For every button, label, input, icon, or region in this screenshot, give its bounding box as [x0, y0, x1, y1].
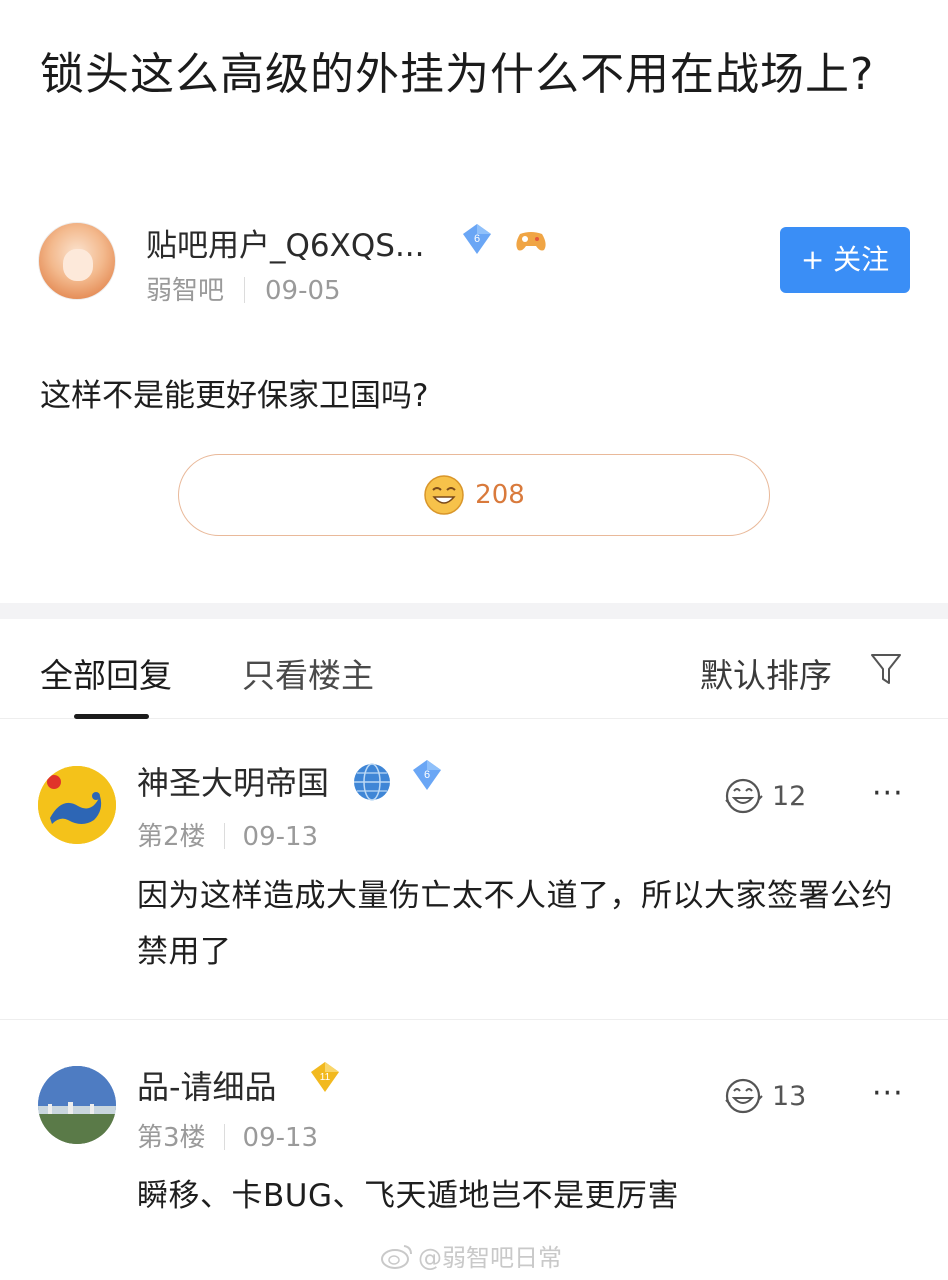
laughing-face-icon — [725, 778, 763, 814]
reply-avatar[interactable] — [38, 766, 116, 844]
reply-tabs: 全部回复 只看楼主 默认排序 — [0, 619, 948, 719]
reply-text: 因为这样造成大量伤亡太不人道了，所以大家签署公约禁用了 — [137, 878, 893, 970]
landscape-avatar-icon — [38, 1066, 116, 1144]
reply-date: 09-13 — [242, 1123, 319, 1153]
reply-date: 09-13 — [242, 822, 319, 852]
dragon-flag-avatar-icon — [38, 766, 116, 844]
watermark: @弱智吧日常 — [380, 1238, 562, 1273]
reply-floor: 第3楼 — [137, 1123, 206, 1153]
globe-icon — [354, 763, 390, 801]
post-title: 锁头这么高级的外挂为什么不用在战场上? — [40, 49, 875, 100]
reply-username[interactable]: 品-请细品 — [137, 1062, 277, 1108]
post-like-count: 208 — [475, 480, 525, 510]
reply-item: 神圣大明帝国 6 第2楼 09-13 12 ··· 因为这样造成大量伤亡太不人道了… — [0, 720, 948, 1020]
author-row: 贴吧用户_Q6XQS... 6 弱智吧 09-05 + 关注 — [38, 222, 910, 312]
tab-all-replies[interactable]: 全部回复 — [40, 649, 172, 697]
reply-level-text: 11 — [320, 1072, 331, 1083]
reply-level-text: 6 — [424, 769, 430, 781]
more-dots-icon[interactable]: ··· — [872, 1076, 904, 1111]
sort-dropdown[interactable]: 默认排序 — [700, 649, 832, 697]
reply-like-button[interactable]: 12 — [722, 776, 806, 816]
diamond-badge-icon: 6 — [463, 224, 491, 254]
reply-like-count: 13 — [772, 1080, 807, 1112]
post-body: 这样不是能更好保家卫国吗? — [40, 378, 429, 414]
weibo-logo-icon — [381, 1244, 412, 1269]
laughing-face-icon — [725, 1078, 763, 1114]
author-avatar[interactable] — [38, 222, 116, 300]
tab-op-only[interactable]: 只看楼主 — [242, 649, 374, 697]
reply-like-count: 12 — [772, 780, 807, 812]
author-level-text: 6 — [474, 233, 480, 245]
filter-funnel-icon[interactable] — [870, 652, 902, 686]
section-divider — [0, 603, 948, 619]
more-dots-icon[interactable]: ··· — [872, 776, 904, 811]
reply-username[interactable]: 神圣大明帝国 — [137, 758, 329, 804]
author-meta: 弱智吧 09-05 — [146, 270, 341, 307]
post-date: 09-05 — [265, 276, 341, 306]
post-like-button[interactable]: 208 — [178, 454, 770, 536]
watermark-text: @弱智吧日常 — [418, 1244, 562, 1272]
author-name[interactable]: 贴吧用户_Q6XQS... — [146, 220, 425, 265]
reply-avatar[interactable] — [38, 1066, 116, 1144]
gamepad-icon — [516, 232, 546, 251]
forum-name[interactable]: 弱智吧 — [146, 276, 224, 306]
reply-meta: 第3楼 09-13 — [137, 1117, 318, 1154]
diamond-badge-icon: 6 — [413, 760, 441, 790]
reply-meta: 第2楼 09-13 — [137, 816, 318, 853]
reply-like-button[interactable]: 13 — [722, 1076, 806, 1116]
active-tab-indicator — [74, 714, 149, 719]
reply-floor: 第2楼 — [137, 822, 206, 852]
diamond-badge-icon: 11 — [311, 1062, 339, 1092]
laughing-face-icon — [424, 475, 464, 515]
reply-text: 瞬移、卡BUG、飞天遁地岂不是更厉害 — [137, 1178, 679, 1214]
follow-button[interactable]: + 关注 — [780, 227, 910, 293]
